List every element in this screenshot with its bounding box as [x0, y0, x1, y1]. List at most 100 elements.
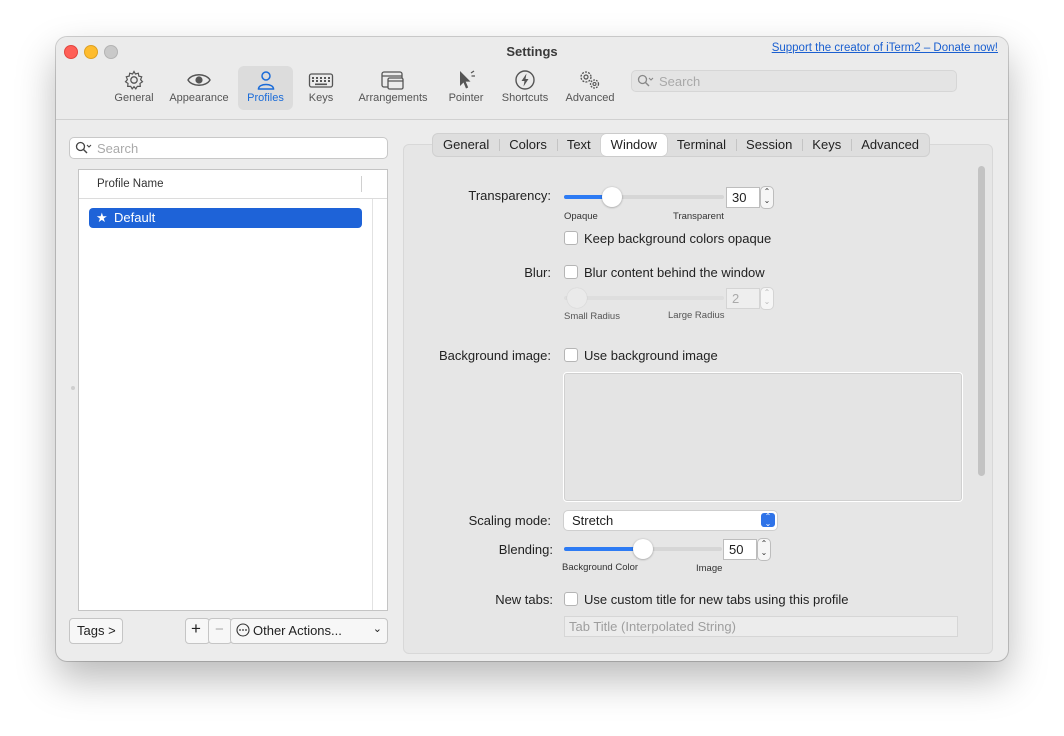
tab-terminal[interactable]: Terminal	[667, 134, 736, 156]
toolbar-search-placeholder: Search	[659, 74, 701, 89]
blending-value: 50	[729, 542, 744, 557]
transparency-max-label: Transparent	[673, 211, 724, 222]
toolbar-appearance[interactable]: Appearance	[166, 66, 232, 110]
transparency-value-field[interactable]: 30	[726, 187, 760, 208]
toolbar-appearance-label: Appearance	[169, 92, 229, 104]
toolbar-shortcuts[interactable]: Shortcuts	[497, 66, 553, 110]
blending-stepper[interactable]: ⌃ ⌄	[757, 538, 771, 561]
blur-label: Blur:	[524, 265, 551, 280]
tab-colors[interactable]: Colors	[499, 134, 557, 156]
blending-slider-knob[interactable]	[633, 539, 653, 559]
profile-list-header[interactable]: Profile Name	[79, 170, 387, 199]
titlebar: Settings Support the creator of iTerm2 –…	[56, 37, 1008, 120]
person-icon	[257, 71, 274, 90]
blending-value-field[interactable]: 50	[723, 539, 757, 560]
list-scroll-divider	[372, 199, 373, 610]
add-profile-button[interactable]: +	[185, 618, 210, 644]
settings-scrollbar[interactable]	[977, 164, 986, 646]
toolbar-profiles-label: Profiles	[247, 92, 284, 104]
toolbar-advanced-label: Advanced	[565, 92, 615, 104]
toolbar-general-label: General	[114, 92, 154, 104]
blur-radius-stepper: ⌃ ⌄	[760, 287, 774, 310]
toolbar-general[interactable]: General	[106, 66, 162, 110]
blending-slider[interactable]	[564, 539, 722, 559]
blur-radius-value: 2	[732, 291, 740, 306]
blending-label: Blending:	[498, 542, 553, 557]
toolbar-shortcuts-label: Shortcuts	[501, 92, 549, 104]
column-divider	[361, 176, 362, 192]
transparency-min-label: Opaque	[564, 211, 598, 222]
toolbar-keys-label: Keys	[308, 92, 334, 104]
scaling-mode-popup[interactable]: Stretch ⌃ ⌄	[563, 510, 778, 531]
blur-checkbox-label: Blur content behind the window	[584, 265, 765, 280]
background-image-label: Background image:	[438, 348, 551, 363]
blur-radius-slider	[564, 288, 724, 308]
scaling-mode-value: Stretch	[572, 513, 614, 528]
toolbar-profiles[interactable]: Profiles	[238, 66, 293, 110]
toolbar-arrangements[interactable]: Arrangements	[354, 66, 432, 110]
tags-button-label: Tags >	[77, 623, 116, 638]
blending-max-label: Image	[696, 563, 723, 574]
blending-slider-fill	[564, 547, 643, 551]
scroll-thumb[interactable]	[978, 166, 985, 476]
background-image-checkbox-label: Use background image	[584, 348, 718, 363]
split-handle[interactable]	[71, 386, 75, 390]
tags-button[interactable]: Tags >	[69, 618, 123, 644]
blur-checkbox[interactable]	[564, 265, 578, 279]
transparency-slider[interactable]	[564, 187, 724, 207]
tab-keys[interactable]: Keys	[802, 134, 851, 156]
settings-window: Settings Support the creator of iTerm2 –…	[56, 37, 1008, 661]
new-tabs-label: New tabs:	[495, 592, 553, 607]
search-icon	[75, 141, 92, 154]
tab-general[interactable]: General	[433, 134, 499, 156]
keep-opaque-checkbox[interactable]	[564, 231, 578, 245]
tab-text[interactable]: Text	[556, 134, 601, 156]
toolbar-advanced[interactable]: Advanced	[561, 66, 619, 110]
windows-icon	[381, 71, 404, 90]
custom-title-checkbox[interactable]	[564, 592, 578, 606]
minus-icon: −	[215, 621, 224, 638]
blur-radius-knob	[567, 288, 587, 308]
toolbar-pointer[interactable]: Pointer	[443, 66, 489, 110]
profile-search-field[interactable]: Search	[69, 137, 388, 159]
gear-icon	[124, 70, 144, 90]
tab-title-field[interactable]: Tab Title (Interpolated String)	[564, 616, 958, 637]
column-header-profile-name: Profile Name	[97, 178, 164, 190]
other-actions-popup[interactable]: Other Actions... ⌄	[230, 618, 388, 644]
pointer-icon	[460, 70, 475, 89]
other-actions-label: Other Actions...	[253, 623, 342, 638]
plus-icon: +	[191, 619, 201, 638]
search-icon	[637, 74, 654, 87]
profile-list: Profile Name ★ Default	[78, 169, 388, 611]
tab-title-placeholder: Tab Title (Interpolated String)	[569, 619, 736, 634]
profile-row-default[interactable]: ★ Default	[89, 208, 362, 228]
star-icon: ★	[96, 210, 108, 225]
eye-icon	[187, 74, 211, 86]
tab-advanced[interactable]: Advanced	[851, 134, 929, 156]
transparency-value: 30	[732, 190, 747, 205]
blur-max-label: Large Radius	[668, 310, 725, 321]
gears-icon	[580, 71, 600, 89]
transparency-slider-knob[interactable]	[602, 187, 622, 207]
keyboard-icon	[308, 73, 334, 88]
tab-session[interactable]: Session	[736, 134, 802, 156]
toolbar-search-field[interactable]: Search	[631, 70, 957, 92]
background-image-well[interactable]	[563, 372, 963, 502]
toolbar-keys[interactable]: Keys	[301, 66, 341, 110]
profile-search-placeholder: Search	[97, 141, 139, 156]
bolt-icon	[515, 70, 535, 90]
donate-link[interactable]: Support the creator of iTerm2 – Donate n…	[772, 42, 998, 54]
background-image-checkbox[interactable]	[564, 348, 578, 362]
popup-arrows-icon: ⌃ ⌄	[761, 513, 775, 528]
chevron-down-icon: ⌄	[372, 623, 382, 635]
blending-min-label: Background Color	[562, 562, 639, 573]
transparency-stepper[interactable]: ⌃ ⌄	[760, 186, 774, 209]
toolbar-pointer-label: Pointer	[448, 92, 484, 104]
custom-title-checkbox-label: Use custom title for new tabs using this…	[584, 592, 849, 607]
scaling-mode-label: Scaling mode:	[468, 513, 551, 528]
profile-name: Default	[114, 210, 156, 225]
blur-radius-field: 2	[726, 288, 760, 309]
tab-window[interactable]: Window	[600, 134, 667, 156]
blur-min-label: Small Radius	[564, 311, 620, 322]
remove-profile-button[interactable]: −	[208, 618, 232, 644]
